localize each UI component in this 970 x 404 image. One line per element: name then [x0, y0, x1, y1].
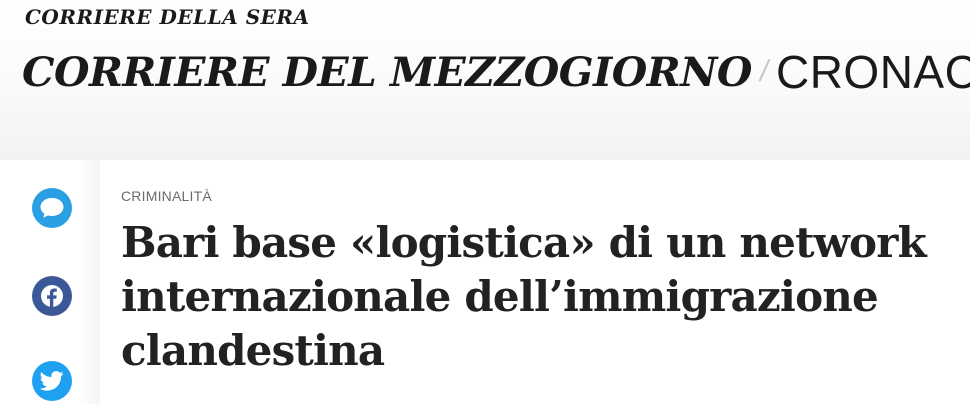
comments-button[interactable] — [32, 188, 72, 228]
headline-line: internazionale dell’immigrazione — [121, 272, 879, 321]
article-category[interactable]: CRIMINALITÀ — [121, 186, 961, 206]
article-headline: Bari base «logistica» di un network inte… — [121, 216, 961, 378]
masthead-separator: / — [756, 55, 771, 88]
section-link[interactable]: CRONACA — [776, 45, 970, 99]
comment-icon — [40, 198, 64, 218]
masthead-logo[interactable]: CORRIERE DEL MEZZOGIORNO — [22, 49, 752, 96]
masthead: CORRIERE DEL MEZZOGIORNO / CRONACA — [22, 37, 970, 107]
facebook-share-button[interactable] — [32, 276, 72, 316]
headline-line: clandestina — [121, 326, 385, 375]
twitter-icon — [40, 371, 64, 391]
parent-brand-logo[interactable]: CORRIERE DELLA SERA — [25, 5, 310, 29]
article-header: CRIMINALITÀ Bari base «logistica» di un … — [121, 186, 961, 378]
headline-line: Bari base «logistica» di un network — [121, 218, 927, 267]
twitter-share-button[interactable] — [32, 361, 72, 401]
facebook-icon — [41, 285, 63, 308]
